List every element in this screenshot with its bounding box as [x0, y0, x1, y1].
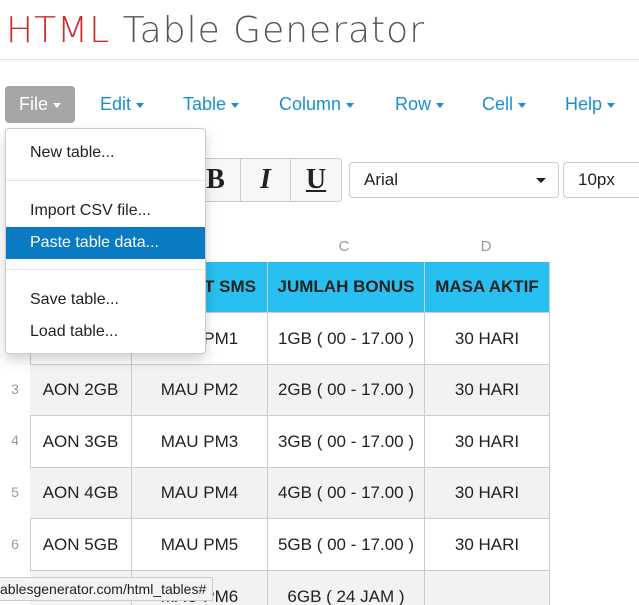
menu-row-label: Row: [395, 94, 432, 114]
underline-button[interactable]: U: [290, 158, 342, 202]
table-cell[interactable]: AON 5GB: [30, 519, 132, 571]
caret-down-icon: [231, 102, 240, 108]
menu-item-import-csv[interactable]: Import CSV file...: [6, 195, 205, 227]
menu-bar: File Edit Table Column Row Cell Help: [0, 86, 639, 124]
table-cell[interactable]: MAU PM3: [132, 416, 268, 468]
caret-down-icon: [346, 102, 355, 108]
caret-down-icon: [136, 102, 145, 108]
menu-item-paste-table-data[interactable]: Paste table data...: [6, 227, 205, 259]
caret-down-icon: [518, 102, 527, 108]
table-cell[interactable]: 6GB ( 24 JAM ): [268, 571, 425, 605]
row-number-3[interactable]: 3: [4, 381, 26, 397]
menu-cell-label: Cell: [482, 94, 514, 114]
table-cell[interactable]: 30 HARI: [425, 416, 550, 468]
row-number-4[interactable]: 4: [4, 432, 26, 448]
menu-file[interactable]: File: [5, 86, 76, 123]
menu-divider: [6, 180, 205, 181]
menu-edit-label: Edit: [100, 94, 132, 114]
row-number-6[interactable]: 6: [4, 536, 26, 552]
table-cell[interactable]: 30 HARI: [425, 313, 550, 365]
caret-down-icon: [607, 102, 616, 108]
table-cell[interactable]: 1GB ( 00 - 17.00 ): [268, 313, 425, 365]
app-title-rest: Table Generator: [122, 10, 425, 51]
menu-item-load-table[interactable]: Load table...: [6, 316, 205, 348]
table-cell[interactable]: 4GB ( 00 - 17.00 ): [268, 468, 425, 519]
table-cell[interactable]: MAU PM4: [132, 468, 268, 519]
caret-down-icon: [53, 102, 62, 108]
table-header-cell[interactable]: JUMLAH BONUS: [268, 262, 425, 313]
table-cell[interactable]: [425, 571, 550, 605]
menu-help-label: Help: [565, 94, 603, 114]
menu-file-label: File: [19, 94, 49, 114]
menu-item-save-table[interactable]: Save table...: [6, 284, 205, 316]
menu-column-label: Column: [279, 94, 342, 114]
table-cell[interactable]: AON 2GB: [30, 365, 132, 416]
menu-table-label: Table: [183, 94, 227, 114]
table-cell[interactable]: 5GB ( 00 - 17.00 ): [268, 519, 425, 571]
app-title: HTML Table Generator: [6, 10, 425, 51]
menu-edit[interactable]: Edit: [100, 86, 145, 123]
font-size-select[interactable]: 10px: [563, 162, 639, 198]
font-family-value: Arial: [364, 170, 399, 189]
font-family-select[interactable]: Arial: [349, 162, 559, 198]
table-header-cell[interactable]: MASA AKTIF: [425, 262, 550, 313]
table-cell[interactable]: 30 HARI: [425, 519, 550, 571]
status-bar-url: ablesgenerator.com/html_tables#: [0, 577, 214, 601]
italic-button[interactable]: I: [240, 158, 290, 202]
file-dropdown-menu: New table... Import CSV file... Paste ta…: [5, 128, 206, 354]
menu-column[interactable]: Column: [279, 86, 355, 123]
menu-item-new-table[interactable]: New table...: [6, 137, 205, 169]
menu-help[interactable]: Help: [565, 86, 616, 123]
column-header-c[interactable]: C: [334, 238, 354, 255]
table-cell[interactable]: 30 HARI: [425, 365, 550, 416]
table-cell[interactable]: AON 3GB: [30, 416, 132, 468]
caret-down-icon: [436, 102, 445, 108]
menu-divider: [6, 269, 205, 270]
table-cell[interactable]: 2GB ( 00 - 17.00 ): [268, 365, 425, 416]
app-title-html: HTML: [6, 10, 111, 51]
row-number-5[interactable]: 5: [4, 484, 26, 500]
caret-down-icon: [536, 178, 546, 183]
table-cell[interactable]: MAU PM5: [132, 519, 268, 571]
table-cell[interactable]: 30 HARI: [425, 468, 550, 519]
font-size-value: 10px: [578, 170, 615, 189]
menu-cell[interactable]: Cell: [482, 86, 527, 123]
table-cell[interactable]: AON 4GB: [30, 468, 132, 519]
menu-row[interactable]: Row: [395, 86, 445, 123]
table-cell[interactable]: MAU PM2: [132, 365, 268, 416]
column-header-d[interactable]: D: [476, 238, 496, 255]
table-cell[interactable]: 3GB ( 00 - 17.00 ): [268, 416, 425, 468]
title-divider: [0, 59, 639, 60]
menu-table[interactable]: Table: [183, 86, 240, 123]
